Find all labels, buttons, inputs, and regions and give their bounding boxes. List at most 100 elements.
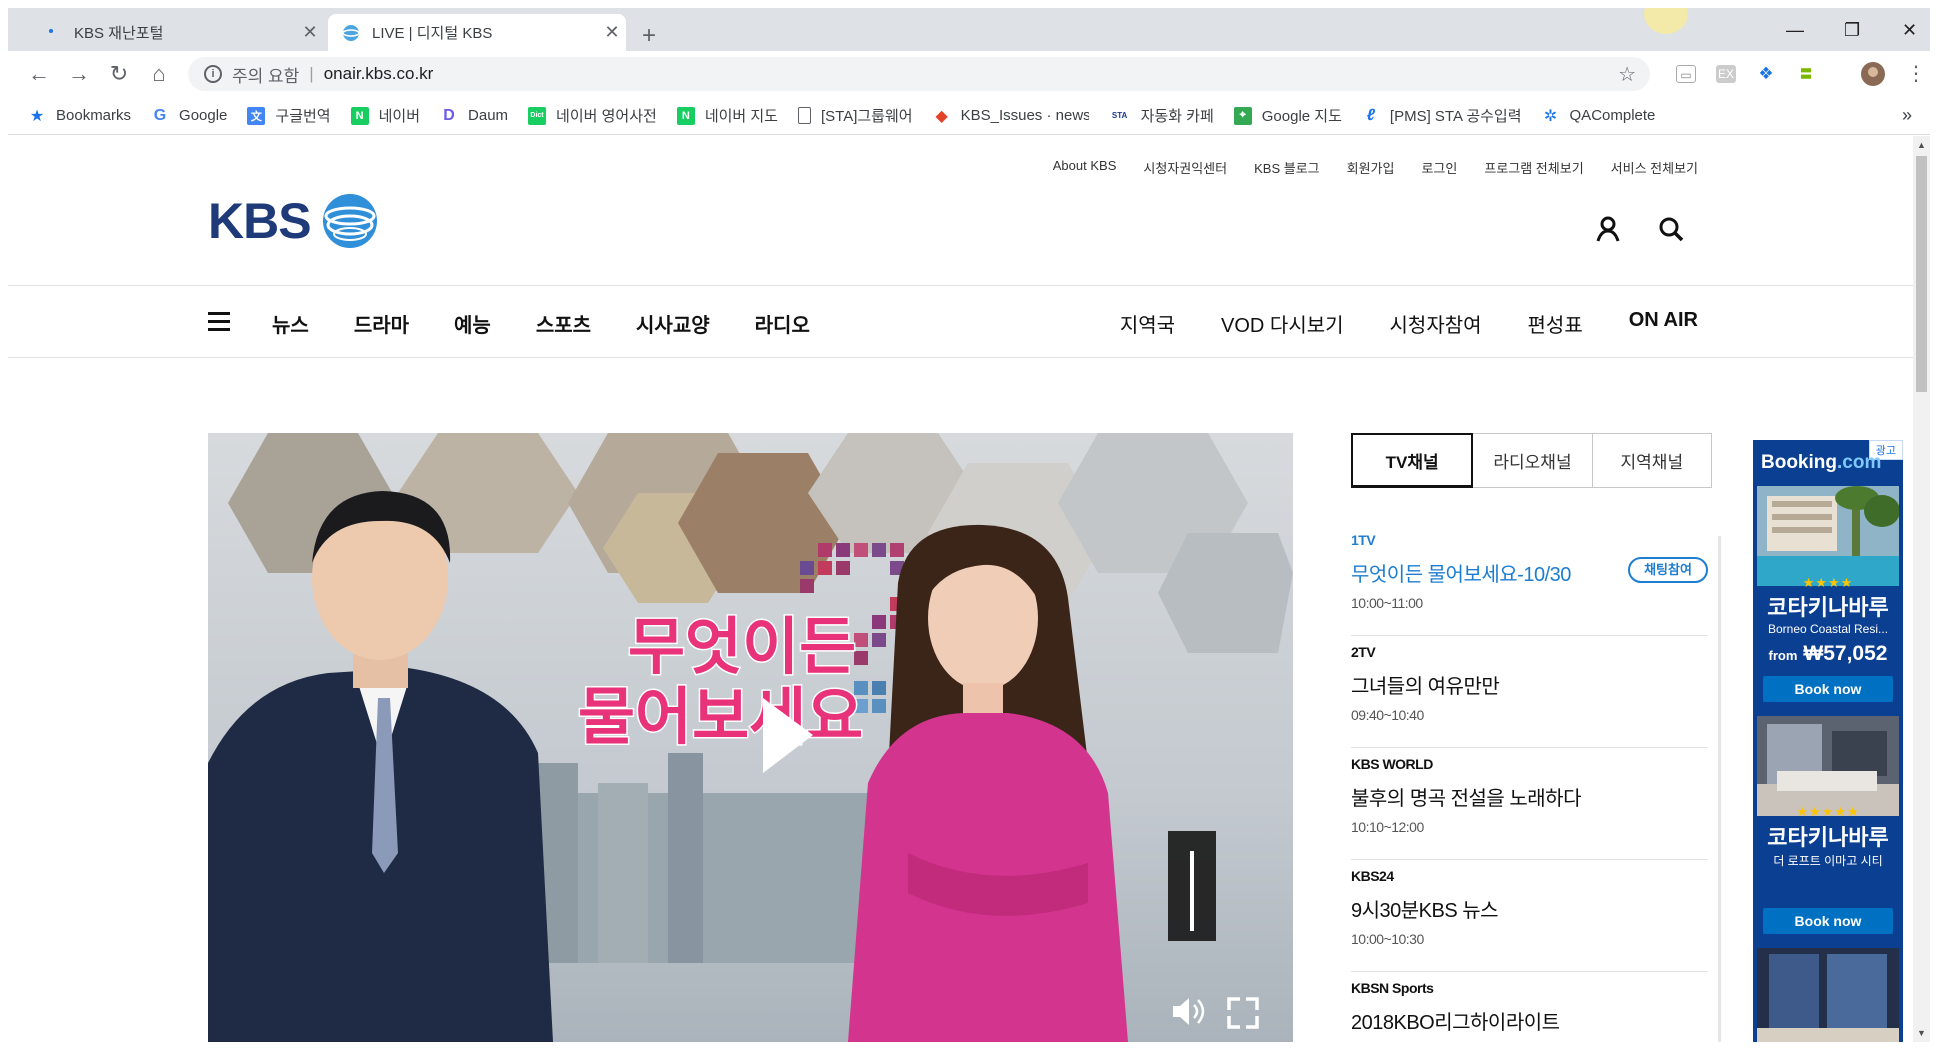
naver-icon: N (350, 106, 369, 125)
info-icon[interactable]: i (204, 65, 222, 83)
close-icon[interactable]: ✕ (598, 22, 626, 43)
util-all-programs[interactable]: 프로그램 전체보기 (1484, 158, 1583, 177)
nav-drama[interactable]: 드라마 (354, 309, 409, 338)
nav-viewer-participation[interactable]: 시청자참여 (1390, 309, 1482, 338)
hotel-photo-1[interactable] (1757, 486, 1899, 586)
scroll-down-icon[interactable]: ▼ (1917, 1028, 1926, 1038)
nav-schedule[interactable]: 편성표 (1528, 309, 1583, 338)
forward-icon[interactable]: → (66, 61, 92, 87)
omnibox-separator: | (309, 64, 314, 83)
bookmark-daum[interactable]: D Daum (440, 107, 508, 125)
program-time: 10:00~11:00 (1351, 595, 1423, 611)
tab-title: LIVE | 디지털 KBS (372, 25, 493, 42)
bookmark-google-maps[interactable]: ⌖ Google 지도 (1233, 105, 1342, 126)
close-icon[interactable]: ✕ (296, 22, 324, 43)
reload-icon[interactable]: ↻ (106, 61, 132, 87)
nav-regional[interactable]: 지역국 (1120, 309, 1175, 338)
extension-cast-icon[interactable]: ▭ (1676, 65, 1696, 83)
util-all-services[interactable]: 서비스 전체보기 (1611, 158, 1698, 177)
maximize-icon[interactable]: ❐ (1844, 20, 1860, 41)
tab-live-kbs[interactable]: LIVE | 디지털 KBS ✕ (328, 14, 626, 51)
url-text[interactable]: onair.kbs.co.kr (324, 64, 434, 84)
tab-radio-channel[interactable]: 라디오채널 (1473, 434, 1593, 487)
browser-toolbar: ← → ↻ ⌂ i 주의 요함 | onair.kbs.co.kr ☆ ▭ EX… (8, 51, 1930, 97)
book-now-button[interactable]: Book now (1763, 676, 1893, 702)
util-kbs-blog[interactable]: KBS 블로그 (1254, 158, 1320, 177)
channel-item-1tv[interactable]: 1TV 무엇이든 물어보세요-10/30 10:00~11:00 채팅참여 (1351, 524, 1708, 636)
bookmark-label: 네이버 (378, 108, 421, 125)
channel-tabs: TV채널 라디오채널 지역채널 (1351, 433, 1712, 488)
channel-item-kbsn-sports[interactable]: KBSN Sports 2018KBO리그하이라이트 (1351, 972, 1708, 1042)
menu-icon[interactable]: ⋮ (1906, 61, 1926, 86)
back-icon[interactable]: ← (26, 61, 52, 87)
search-icon[interactable] (1656, 214, 1686, 244)
program-title: 불후의 명곡 전설을 노래하다 (1351, 788, 1581, 810)
bookmark-label: 자동화 카페 (1140, 108, 1214, 125)
nav-on-air[interactable]: ON AIR (1629, 309, 1698, 338)
bookmark-label: 네이버 지도 (704, 108, 778, 125)
translate-icon: 文 (247, 106, 266, 125)
nav-current-affairs[interactable]: 시사교양 (636, 309, 710, 338)
page-scrollbar[interactable]: ▲ ▼ (1913, 136, 1930, 1042)
channel-list-scrollbar[interactable] (1718, 536, 1721, 1042)
window-close-icon[interactable]: ✕ (1902, 20, 1917, 41)
bookmark-kbs-issues[interactable]: ◆ KBS_Issues · news / (933, 107, 1088, 125)
util-viewer-rights[interactable]: 시청자권익센터 (1143, 158, 1227, 177)
address-bar[interactable]: i 주의 요함 | onair.kbs.co.kr ☆ (188, 57, 1650, 91)
bookmark-naver-map[interactable]: N 네이버 지도 (676, 105, 778, 126)
kbs-logo[interactable]: KBS (208, 192, 379, 250)
scrollbar-thumb[interactable] (1916, 156, 1927, 392)
nav-entertainment[interactable]: 예능 (454, 309, 491, 338)
nav-vod[interactable]: VOD 다시보기 (1221, 309, 1344, 338)
main-navigation: 뉴스 드라마 예능 스포츠 시사교양 라디오 지역국 VOD 다시보기 시청자참… (8, 285, 1913, 358)
avatar[interactable] (1861, 62, 1885, 91)
channel-item-2tv[interactable]: 2TV 그녀들의 여유만만 09:40~10:40 (1351, 636, 1708, 748)
user-icon[interactable] (1593, 214, 1623, 244)
bookmark-qacomplete[interactable]: ✲ QAComplete (1542, 107, 1656, 125)
bookmark-automation-cafe[interactable]: STA 자동화 카페 (1109, 105, 1214, 126)
book-now-button[interactable]: Book now (1763, 908, 1893, 934)
hotel-photo-3[interactable] (1757, 948, 1899, 1042)
util-about-kbs[interactable]: About KBS (1053, 158, 1117, 177)
channel-item-kbs24[interactable]: KBS24 9시30분KBS 뉴스 10:00~10:30 (1351, 860, 1708, 972)
tab-kbs-disaster[interactable]: KBS 재난포털 ✕ (30, 14, 324, 51)
channel-item-kbs-world[interactable]: KBS WORLD 불후의 명곡 전설을 노래하다 10:10~12:00 (1351, 748, 1708, 860)
bookmark-pms[interactable]: ℓ [PMS] STA 공수입력 (1362, 105, 1522, 126)
bookmark-groupware[interactable]: [STA]그룹웨어 (797, 105, 913, 126)
new-tab-button[interactable]: + (642, 22, 656, 50)
bookmark-naver-dictionary[interactable]: Dict 네이버 영어사전 (528, 105, 657, 126)
rating-stars: ★★★★ (1802, 575, 1854, 590)
booking-advertisement[interactable]: 광고 Booking.com ★★★★ 코타키나바루 Borneo Coasta… (1753, 440, 1903, 1042)
bookmark-translate[interactable]: 文 구글번역 (247, 105, 331, 126)
bookmark-bookmarks[interactable]: ★ Bookmarks (28, 107, 131, 125)
channel-name: KBS WORLD (1351, 756, 1433, 772)
home-icon[interactable]: ⌂ (146, 61, 172, 87)
price-prefix: from (1768, 648, 1798, 663)
gitlab-icon: ◆ (935, 107, 948, 125)
util-login[interactable]: 로그인 (1421, 158, 1457, 177)
bookmark-google[interactable]: G Google (151, 107, 228, 125)
show-title-line2: 물어보세요 (578, 683, 863, 752)
channel-list: 1TV 무엇이든 물어보세요-10/30 10:00~11:00 채팅참여 2T… (1351, 524, 1708, 1042)
program-title: 2018KBO리그하이라이트 (1351, 1012, 1560, 1034)
bookmark-star-icon[interactable]: ☆ (1618, 62, 1636, 87)
extension-green-icon[interactable]: 〓 (1796, 65, 1816, 83)
extension-diamond-icon[interactable]: ❖ (1756, 65, 1776, 83)
sta-icon: STA (1111, 111, 1128, 120)
hamburger-menu-icon[interactable] (208, 312, 230, 332)
live-video-player[interactable]: 무엇이든 물어보세요 (208, 433, 1293, 1042)
minimize-icon[interactable]: — (1786, 20, 1804, 41)
tab-regional-channel[interactable]: 지역채널 (1593, 434, 1711, 487)
hotel-photo-2[interactable] (1757, 716, 1899, 816)
chat-join-button[interactable]: 채팅참여 (1628, 557, 1708, 583)
bookmark-naver[interactable]: N 네이버 (350, 105, 421, 126)
scroll-up-icon[interactable]: ▲ (1917, 140, 1926, 150)
extension-ex-icon[interactable]: EX (1716, 65, 1736, 83)
nav-radio[interactable]: 라디오 (755, 309, 810, 338)
util-signup[interactable]: 회원가입 (1347, 158, 1395, 177)
bookmarks-overflow-button[interactable]: » (1902, 105, 1912, 126)
nav-news[interactable]: 뉴스 (272, 309, 309, 338)
tab-tv-channel[interactable]: TV채널 (1351, 433, 1474, 488)
channel-name: KBS24 (1351, 868, 1394, 884)
nav-sports[interactable]: 스포츠 (536, 309, 591, 338)
